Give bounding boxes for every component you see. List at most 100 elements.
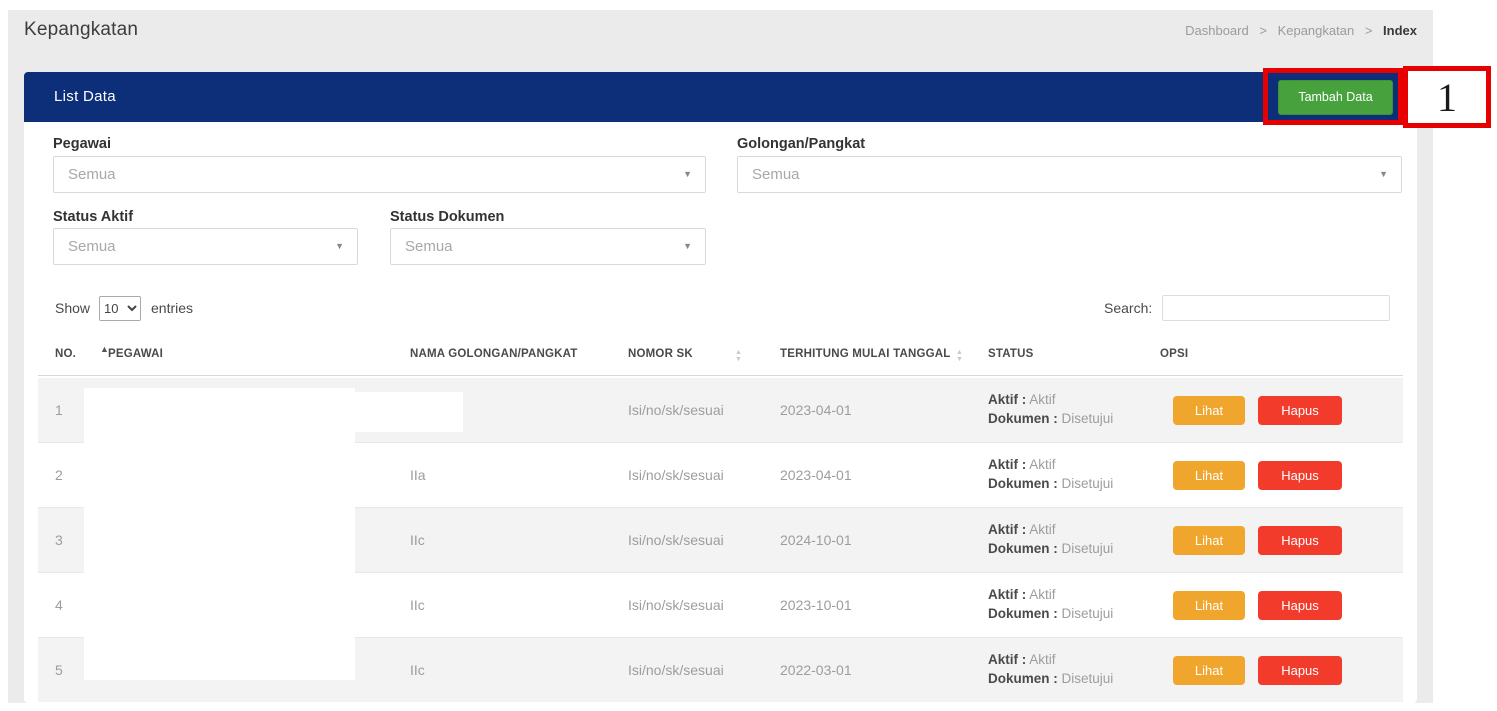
column-header-nomor-sk[interactable]: NOMOR SK [628, 348, 693, 360]
sort-down-icon: ▼ [735, 356, 742, 363]
status-cell: Aktif : Aktif Dokumen : Disetujui [988, 520, 1113, 558]
filter-select-pegawai[interactable]: Semua ▼ [53, 156, 706, 193]
tmt-cell: 2022-03-01 [780, 662, 852, 678]
search-label: Search: [1104, 300, 1152, 316]
status-aktif-value: Aktif [1029, 457, 1055, 472]
show-label: Show [55, 300, 90, 316]
card-title: List Data [54, 88, 116, 105]
status-aktif-value: Aktif [1029, 392, 1055, 407]
chevron-down-icon: ▼ [1379, 157, 1388, 192]
hapus-button[interactable]: Hapus [1258, 591, 1342, 620]
status-dokumen-value: Disetujui [1062, 671, 1114, 686]
status-aktif-label: Aktif : [988, 587, 1026, 602]
filter-label-status-aktif: Status Aktif [53, 209, 133, 225]
status-dokumen-value: Disetujui [1062, 541, 1114, 556]
chevron-down-icon: ▼ [683, 157, 692, 192]
row-number: 4 [55, 597, 63, 613]
nomor-sk-cell: Isi/no/sk/sesuai [628, 662, 724, 678]
tmt-cell: 2023-04-01 [780, 402, 852, 418]
nomor-sk-cell: Isi/no/sk/sesuai [628, 467, 724, 483]
entries-label: entries [151, 300, 193, 316]
annotation-step-number: 1 [1403, 66, 1491, 128]
status-aktif-value: Aktif [1029, 522, 1055, 537]
lihat-button[interactable]: Lihat [1173, 526, 1245, 555]
page-size-select[interactable]: 10 [99, 296, 141, 321]
page-title: Kepangkatan [24, 19, 138, 41]
redaction-overlay [84, 392, 463, 432]
sort-icon[interactable]: ▲ ▼ [956, 349, 963, 363]
status-dokumen-label: Dokumen : [988, 606, 1058, 621]
column-header-no[interactable]: NO. [55, 348, 76, 360]
breadcrumb-dashboard[interactable]: Dashboard [1185, 23, 1249, 38]
status-cell: Aktif : Aktif Dokumen : Disetujui [988, 390, 1113, 428]
status-cell: Aktif : Aktif Dokumen : Disetujui [988, 585, 1113, 623]
filter-label-pegawai: Pegawai [53, 136, 111, 152]
breadcrumb-kepangkatan[interactable]: Kepangkatan [1278, 23, 1355, 38]
status-cell: Aktif : Aktif Dokumen : Disetujui [988, 455, 1113, 493]
filter-label-golongan: Golongan/Pangkat [737, 136, 865, 152]
status-dokumen-label: Dokumen : [988, 671, 1058, 686]
sort-down-icon: ▼ [956, 356, 963, 363]
filter-golongan-value: Semua [752, 166, 800, 183]
sort-up-icon: ▲ [956, 349, 963, 356]
screenshot-canvas: Kepangkatan Dashboard > Kepangkatan > In… [0, 0, 1497, 711]
golongan-cell: IIa [410, 467, 426, 483]
search-input[interactable] [1162, 295, 1390, 321]
column-header-pegawai[interactable]: PEGAWAI [108, 348, 163, 360]
status-aktif-label: Aktif : [988, 392, 1026, 407]
annotation-highlight-box [1263, 68, 1403, 125]
filter-pegawai-value: Semua [68, 166, 116, 183]
lihat-button[interactable]: Lihat [1173, 591, 1245, 620]
sort-up-icon: ▲ [735, 349, 742, 356]
status-dokumen-label: Dokumen : [988, 411, 1058, 426]
status-dokumen-value: Disetujui [1062, 411, 1114, 426]
nomor-sk-cell: Isi/no/sk/sesuai [628, 402, 724, 418]
status-cell: Aktif : Aktif Dokumen : Disetujui [988, 650, 1113, 688]
hapus-button[interactable]: Hapus [1258, 461, 1342, 490]
row-number: 3 [55, 532, 63, 548]
tmt-cell: 2024-10-01 [780, 532, 852, 548]
status-dokumen-value: Disetujui [1062, 606, 1114, 621]
table-header-divider [38, 375, 1403, 376]
filter-select-golongan[interactable]: Semua ▼ [737, 156, 1402, 193]
golongan-cell: IIc [410, 662, 425, 678]
row-number: 1 [55, 402, 63, 418]
hapus-button[interactable]: Hapus [1258, 526, 1342, 555]
breadcrumb-index: Index [1383, 23, 1417, 38]
filter-select-status-dokumen[interactable]: Semua ▼ [390, 228, 706, 265]
filter-label-status-dokumen: Status Dokumen [390, 209, 504, 225]
status-aktif-label: Aktif : [988, 652, 1026, 667]
breadcrumb: Dashboard > Kepangkatan > Index [1185, 23, 1417, 38]
status-dokumen-label: Dokumen : [988, 541, 1058, 556]
tmt-cell: 2023-10-01 [780, 597, 852, 613]
breadcrumb-separator: > [1365, 23, 1373, 38]
chevron-down-icon: ▼ [683, 229, 692, 264]
golongan-cell: IIc [410, 532, 425, 548]
row-number: 5 [55, 662, 63, 678]
nomor-sk-cell: Isi/no/sk/sesuai [628, 532, 724, 548]
breadcrumb-separator: > [1259, 23, 1267, 38]
hapus-button[interactable]: Hapus [1258, 396, 1342, 425]
lihat-button[interactable]: Lihat [1173, 656, 1245, 685]
nomor-sk-cell: Isi/no/sk/sesuai [628, 597, 724, 613]
row-number: 2 [55, 467, 63, 483]
status-aktif-label: Aktif : [988, 457, 1026, 472]
lihat-button[interactable]: Lihat [1173, 461, 1245, 490]
filter-status-dokumen-value: Semua [405, 238, 453, 255]
status-aktif-label: Aktif : [988, 522, 1026, 537]
column-header-golongan[interactable]: NAMA GOLONGAN/PANGKAT [410, 348, 578, 360]
column-header-tmt[interactable]: TERHITUNG MULAI TANGGAL [780, 348, 950, 360]
status-dokumen-label: Dokumen : [988, 476, 1058, 491]
column-header-opsi: OPSI [1160, 348, 1188, 360]
tmt-cell: 2023-04-01 [780, 467, 852, 483]
filter-select-status-aktif[interactable]: Semua ▼ [53, 228, 358, 265]
column-header-status: STATUS [988, 348, 1034, 360]
golongan-cell: IIc [410, 597, 425, 613]
status-aktif-value: Aktif [1029, 652, 1055, 667]
lihat-button[interactable]: Lihat [1173, 396, 1245, 425]
sort-icon[interactable]: ▲ ▼ [735, 349, 742, 363]
chevron-down-icon: ▼ [335, 229, 344, 264]
filter-status-aktif-value: Semua [68, 238, 116, 255]
hapus-button[interactable]: Hapus [1258, 656, 1342, 685]
card-header: List Data Tambah Data [24, 72, 1417, 122]
